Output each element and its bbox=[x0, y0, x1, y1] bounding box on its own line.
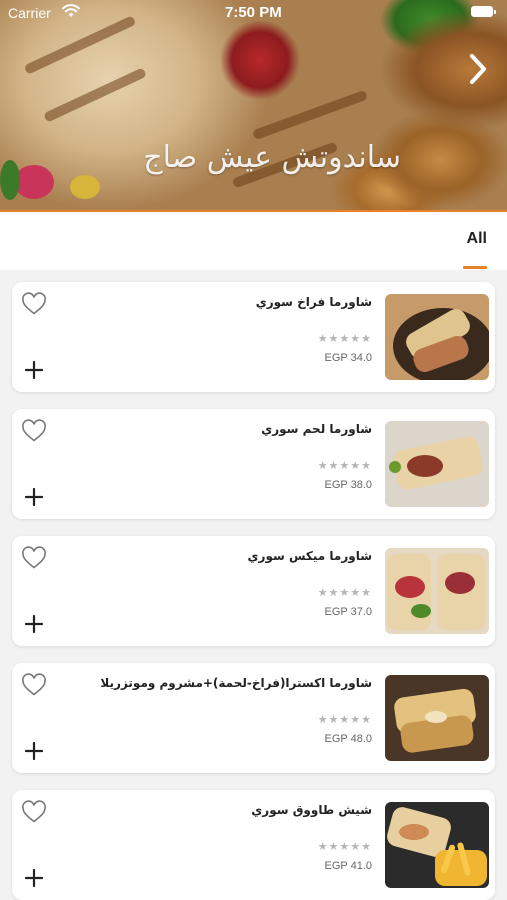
status-bar: Carrier 7:50 PM bbox=[0, 0, 507, 28]
battery-icon bbox=[471, 6, 496, 17]
product-price: EGP 48.0 bbox=[324, 733, 373, 745]
product-name: شيش طاووق سوري bbox=[251, 803, 372, 817]
product-name: شاورما لحم سوري bbox=[261, 422, 372, 436]
add-to-cart-icon[interactable] bbox=[24, 741, 44, 761]
product-name: شاورما اكسترا(فراخ-لحمة)+مشروم وموتزريلا bbox=[100, 676, 372, 690]
rating-stars: ★★★★★ bbox=[317, 586, 372, 599]
heart-icon[interactable] bbox=[21, 546, 47, 570]
rating-stars: ★★★★★ bbox=[317, 332, 372, 345]
add-to-cart-icon[interactable] bbox=[24, 360, 44, 380]
product-card[interactable]: شاورما لحم سوري ★★★★★ EGP 38.0 bbox=[12, 409, 495, 519]
heart-icon[interactable] bbox=[21, 292, 47, 316]
product-name: شاورما فراخ سوري bbox=[255, 295, 372, 309]
category-tabs: All bbox=[0, 212, 507, 270]
rating-stars: ★★★★★ bbox=[317, 840, 372, 853]
product-card[interactable]: شاورما اكسترا(فراخ-لحمة)+مشروم وموتزريلا… bbox=[12, 663, 495, 773]
heart-icon[interactable] bbox=[21, 800, 47, 824]
product-image bbox=[385, 421, 489, 507]
product-card[interactable]: شاورما فراخ سوري ★★★★★ EGP 34.0 bbox=[12, 282, 495, 392]
add-to-cart-icon[interactable] bbox=[24, 614, 44, 634]
chevron-right-icon[interactable] bbox=[467, 52, 489, 86]
wifi-icon bbox=[62, 4, 80, 17]
product-card[interactable]: شاورما ميكس سوري ★★★★★ EGP 37.0 bbox=[12, 536, 495, 646]
carrier-label: Carrier bbox=[8, 5, 51, 21]
product-image bbox=[385, 675, 489, 761]
heart-icon[interactable] bbox=[21, 419, 47, 443]
product-image bbox=[385, 802, 489, 888]
product-image bbox=[385, 548, 489, 634]
tab-selected-indicator bbox=[463, 266, 487, 269]
product-price: EGP 38.0 bbox=[324, 479, 373, 491]
product-price: EGP 34.0 bbox=[324, 352, 373, 364]
product-price: EGP 41.0 bbox=[324, 860, 373, 872]
rating-stars: ★★★★★ bbox=[317, 713, 372, 726]
clock: 7:50 PM bbox=[225, 4, 282, 21]
page-title: ساندوتش عيش صاج bbox=[143, 140, 401, 175]
product-name: شاورما ميكس سوري bbox=[247, 549, 372, 563]
hero-image: Carrier 7:50 PM ساندوتش عيش صاج bbox=[0, 0, 507, 210]
add-to-cart-icon[interactable] bbox=[24, 487, 44, 507]
product-list: شاورما فراخ سوري ★★★★★ EGP 34.0 شاورما ل… bbox=[0, 270, 507, 900]
product-price: EGP 37.0 bbox=[324, 606, 373, 618]
product-card[interactable]: شيش طاووق سوري ★★★★★ EGP 41.0 bbox=[12, 790, 495, 900]
heart-icon[interactable] bbox=[21, 673, 47, 697]
rating-stars: ★★★★★ bbox=[317, 459, 372, 472]
add-to-cart-icon[interactable] bbox=[24, 868, 44, 888]
tab-all[interactable]: All bbox=[467, 230, 487, 248]
product-image bbox=[385, 294, 489, 380]
